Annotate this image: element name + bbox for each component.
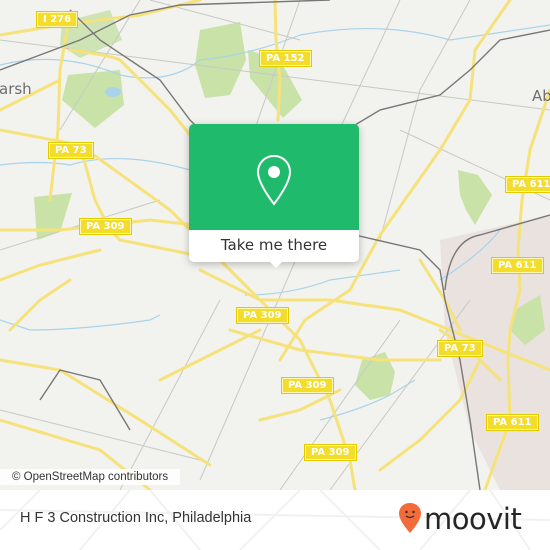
place-label-marsh: arsh bbox=[0, 80, 32, 98]
moovit-wordmark: moovit bbox=[424, 502, 522, 536]
road-shield-pa611: PA 611 bbox=[491, 257, 544, 274]
road-shield-pa309: PA 309 bbox=[79, 218, 132, 235]
pond bbox=[105, 87, 121, 97]
place-label-abington: Ab bbox=[532, 87, 550, 105]
popup-pointer bbox=[268, 260, 284, 268]
stream bbox=[244, 269, 401, 296]
place-title: H F 3 Construction Inc, Philadelphia bbox=[20, 510, 252, 526]
road-shield-pa152: PA 152 bbox=[259, 50, 312, 67]
park-area bbox=[458, 170, 492, 225]
road-shield-pa309: PA 309 bbox=[281, 377, 334, 394]
footer-bar: H F 3 Construction Inc, Philadelphia moo… bbox=[0, 490, 550, 550]
road-shield-pa73: PA 73 bbox=[437, 340, 483, 357]
map-attribution[interactable]: © OpenStreetMap contributors bbox=[0, 469, 181, 485]
road-shield-pa309: PA 309 bbox=[304, 444, 357, 461]
road-shield-pa73: PA 73 bbox=[48, 142, 94, 159]
map-view[interactable]: arsh Ab I 276 PA 152 PA 73 PA 309 PA 611… bbox=[0, 0, 550, 490]
road-shield-pa309: PA 309 bbox=[236, 307, 289, 324]
moovit-pin-icon bbox=[398, 502, 422, 538]
take-me-there-button[interactable]: Take me there bbox=[189, 230, 359, 262]
popup-header bbox=[189, 124, 359, 230]
park-area bbox=[62, 70, 124, 128]
road-shield-pa611: PA 611 bbox=[486, 414, 539, 431]
road-shield-pa611: PA 611 bbox=[505, 176, 550, 193]
moovit-logo[interactable]: moovit bbox=[398, 502, 522, 538]
road-shield-i276: I 276 bbox=[35, 11, 79, 28]
location-popup: Take me there bbox=[189, 124, 359, 268]
